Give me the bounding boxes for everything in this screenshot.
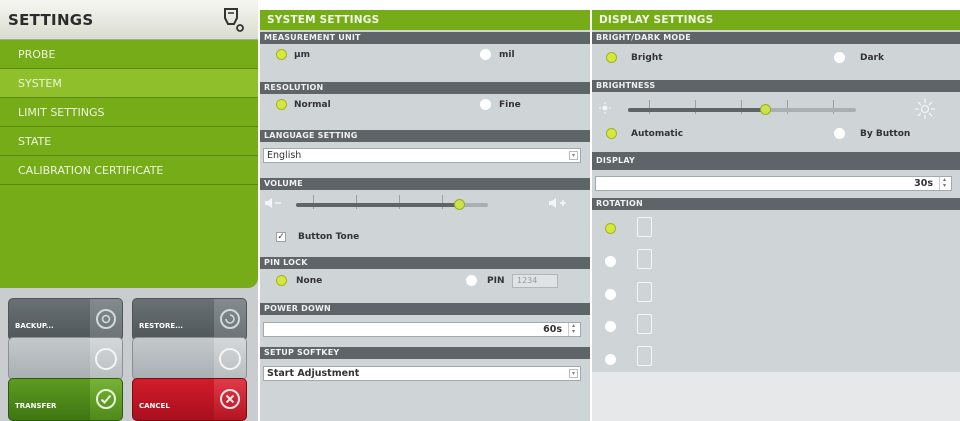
dropdown-arrow-icon: ▾ [569,151,578,160]
nav-item-calibration-certificate[interactable]: CALIBRATION CERTIFICATE [0,156,258,185]
transfer-button[interactable]: TRANSFER [8,378,123,421]
language-value: English [267,150,302,161]
brightness-high-icon [915,99,935,119]
brightness-by-button-radio[interactable] [834,128,845,139]
brightness-slider-fill [628,108,765,112]
settings-nav: PROBE SYSTEM LIMIT SETTINGS STATE CALIBR… [0,40,258,288]
unit-um-radio[interactable] [276,49,287,60]
empty-softkey-left[interactable] [8,337,123,380]
rotation-right-icon [637,314,652,334]
empty-circle-icon [219,348,241,370]
settings-sidebar: SETTINGS PROBE SYSTEM LIMIT SETTINGS STA… [0,0,258,421]
spinner-arrows-icon[interactable]: ▴ ▾ [568,323,578,336]
restore-label: RESTORE... [139,322,184,330]
brightness-automatic-label: Automatic [631,129,684,139]
backup-button[interactable]: BACKUP... [8,298,123,341]
settings-header: SETTINGS [0,0,258,40]
empty-circle-icon [95,348,117,370]
resolution-fine-radio[interactable] [480,99,491,110]
restore-button[interactable]: RESTORE... [132,298,247,341]
brightness-slider-knob[interactable] [759,104,771,115]
rotation-header: ROTATION [592,198,960,210]
button-tone-checkbox[interactable]: ✓ [276,232,286,242]
nav-item-limit-settings[interactable]: LIMIT SETTINGS [0,98,258,127]
mode-bright-radio[interactable] [606,52,617,63]
pin-lock-none-label: None [296,276,323,286]
volume-slider-fill [296,203,460,207]
restore-icon [220,309,240,329]
unit-mil-label: mil [499,50,515,60]
rotation-auto-icon [637,346,652,366]
nav-item-probe[interactable]: PROBE [0,40,258,69]
unit-mil-radio[interactable] [480,49,491,60]
system-settings-title: SYSTEM SETTINGS [260,10,590,30]
power-down-value: 60s [543,324,562,335]
rotation-option-4-radio[interactable] [605,321,616,332]
resolution-normal-label: Normal [294,100,331,110]
display-settings-title: DISPLAY SETTINGS [592,10,960,30]
display-panel-footer [592,372,960,421]
dropdown-arrow-icon: ▾ [569,369,578,378]
close-icon [220,389,240,409]
resolution-fine-label: Fine [499,100,521,110]
backup-icon [96,309,116,329]
probe-icon [224,8,244,32]
pin-lock-none-radio[interactable] [276,275,287,286]
system-settings-panel: SYSTEM SETTINGS MEASUREMENT UNIT µm mil … [260,10,590,421]
setup-softkey-header: SETUP SOFTKEY [260,347,590,359]
nav-item-system[interactable]: SYSTEM [0,69,258,98]
measurement-unit-header: MEASUREMENT UNIT [260,32,590,44]
volume-up-icon [549,198,566,208]
mode-dark-label: Dark [860,53,884,63]
backup-label: BACKUP... [15,322,54,330]
language-select[interactable]: English ▾ [263,148,581,163]
spinner-arrows-icon[interactable]: ▴ ▾ [939,177,949,190]
display-timeout-stepper[interactable]: 30s ▴ ▾ [595,176,952,191]
volume-header: VOLUME [260,178,590,190]
unit-um-label: µm [294,50,311,60]
rotation-option-2-radio[interactable] [605,256,616,267]
rotation-option-1-radio[interactable] [605,223,616,234]
settings-title: SETTINGS [8,11,94,29]
empty-softkey-right[interactable] [132,337,247,380]
language-header: LANGUAGE SETTING [260,130,590,142]
brightness-header: BRIGHTNESS [592,80,960,92]
display-header: DISPLAY [592,152,960,170]
volume-down-icon [265,198,281,208]
rotation-option-5-radio[interactable] [605,354,616,365]
pin-lock-pin-radio[interactable] [466,275,477,286]
brightness-slider[interactable] [628,108,856,112]
rotation-portrait-inverted-icon [637,249,652,269]
display-settings-panel: DISPLAY SETTINGS BRIGHT/DARK MODE Bright… [592,10,960,421]
setup-softkey-select[interactable]: Start Adjustment ▾ [263,366,581,381]
volume-slider-knob[interactable] [454,199,466,210]
cancel-button[interactable]: CANCEL [132,378,247,421]
resolution-header: RESOLUTION [260,82,590,94]
mode-bright-label: Bright [631,53,663,63]
rotation-portrait-icon [637,217,652,237]
brightness-by-button-label: By Button [860,129,911,139]
button-tone-label: Button Tone [298,232,360,242]
power-down-header: POWER DOWN [260,303,590,315]
rotation-left-icon [637,282,652,302]
pin-lock-header: PIN LOCK [260,257,590,269]
checkmark-icon [96,389,116,409]
setup-softkey-value: Start Adjustment [267,368,360,379]
mode-dark-radio[interactable] [834,52,845,63]
display-timeout-value: 30s [914,178,933,189]
rotation-option-3-radio[interactable] [605,289,616,300]
power-down-stepper[interactable]: 60s ▴ ▾ [263,322,581,337]
nav-item-state[interactable]: STATE [0,127,258,156]
resolution-normal-radio[interactable] [276,99,287,110]
pin-input[interactable]: 1234 [512,274,558,288]
brightness-automatic-radio[interactable] [606,128,617,139]
brightness-low-icon [599,102,611,114]
bright-dark-mode-header: BRIGHT/DARK MODE [592,32,960,44]
cancel-label: CANCEL [139,402,170,410]
transfer-label: TRANSFER [15,402,57,410]
pin-lock-pin-label: PIN [487,276,505,286]
